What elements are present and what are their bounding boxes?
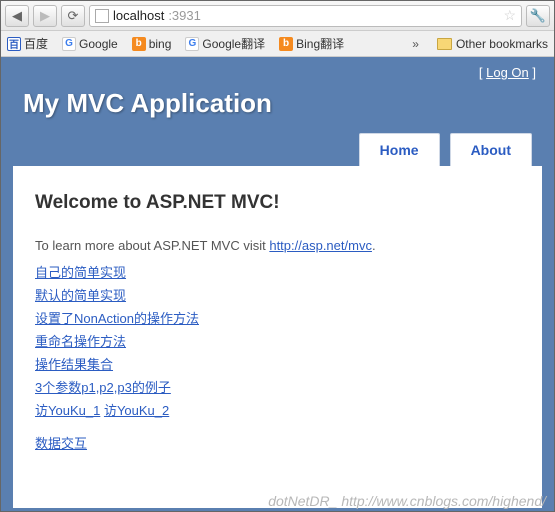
bookmark-google-translate[interactable]: GGoogle翻译 — [185, 35, 265, 52]
address-bar[interactable]: localhost :3931 ☆ — [89, 5, 522, 27]
bookmark-google[interactable]: GGoogle — [62, 37, 118, 51]
url-host: localhost — [113, 8, 164, 23]
wrench-menu-button[interactable]: 🔧 — [526, 5, 550, 27]
logon-display: [ Log On ] — [1, 57, 554, 80]
bookmark-label: bing — [149, 37, 172, 51]
logon-suffix: ] — [529, 65, 536, 80]
link-youku-2[interactable]: 访YouKu_2 — [104, 403, 169, 418]
page-heading: Welcome to ASP.NET MVC! — [35, 192, 520, 214]
link-nonaction[interactable]: 设置了NonAction的操作方法 — [35, 311, 199, 326]
baidu-icon: 百 — [7, 37, 21, 51]
logon-link[interactable]: Log On — [486, 65, 529, 80]
main-content: Welcome to ASP.NET MVC! To learn more ab… — [13, 166, 542, 508]
google-translate-icon: G — [185, 37, 199, 51]
bing-icon: b — [132, 37, 146, 51]
link-default-simple[interactable]: 默认的简单实现 — [35, 288, 126, 303]
link-list: 自己的简单实现 默认的简单实现 设置了NonAction的操作方法 重命名操作方… — [35, 262, 520, 452]
other-bookmarks-button[interactable]: Other bookmarks — [437, 37, 548, 51]
intro-prefix: To learn more about ASP.NET MVC visit — [35, 238, 269, 253]
bookmark-label: Google — [79, 37, 118, 51]
bookmark-label: 百度 — [24, 35, 48, 52]
app-title: My MVC Application — [1, 80, 554, 133]
back-button[interactable]: ◀ — [5, 5, 29, 27]
main-menu: Home About — [1, 133, 554, 166]
intro-text: To learn more about ASP.NET MVC visit ht… — [35, 236, 520, 256]
link-data-exchange[interactable]: 数据交互 — [35, 436, 87, 451]
bookmark-bing[interactable]: bbing — [132, 37, 172, 51]
page-icon — [95, 9, 109, 23]
bookmarks-bar: 百百度 GGoogle bbing GGoogle翻译 bBing翻译 » Ot… — [1, 31, 554, 57]
reload-button[interactable]: ⟳ — [61, 5, 85, 27]
page-content: [ Log On ] My MVC Application Home About… — [1, 57, 554, 511]
link-three-params[interactable]: 3个参数p1,p2,p3的例子 — [35, 380, 171, 395]
bing-translate-icon: b — [279, 37, 293, 51]
link-youku-1[interactable]: 访YouKu_1 — [35, 403, 100, 418]
bookmark-bing-translate[interactable]: bBing翻译 — [279, 35, 344, 52]
menu-about[interactable]: About — [450, 133, 532, 166]
link-rename-action[interactable]: 重命名操作方法 — [35, 334, 126, 349]
folder-icon — [437, 38, 452, 50]
bookmark-star-icon[interactable]: ☆ — [503, 7, 516, 24]
bookmark-baidu[interactable]: 百百度 — [7, 35, 48, 52]
link-own-simple[interactable]: 自己的简单实现 — [35, 265, 126, 280]
url-port: :3931 — [168, 8, 201, 23]
intro-suffix: . — [372, 238, 376, 253]
bookmark-label: Bing翻译 — [296, 35, 344, 52]
bookmark-label: Google翻译 — [202, 35, 265, 52]
bookmarks-overflow-button[interactable]: » — [408, 37, 423, 51]
link-result-collection[interactable]: 操作结果集合 — [35, 357, 113, 372]
forward-button[interactable]: ▶ — [33, 5, 57, 27]
menu-home[interactable]: Home — [359, 133, 440, 166]
mvc-link[interactable]: http://asp.net/mvc — [269, 238, 372, 253]
other-bookmarks-label: Other bookmarks — [456, 37, 548, 51]
google-icon: G — [62, 37, 76, 51]
